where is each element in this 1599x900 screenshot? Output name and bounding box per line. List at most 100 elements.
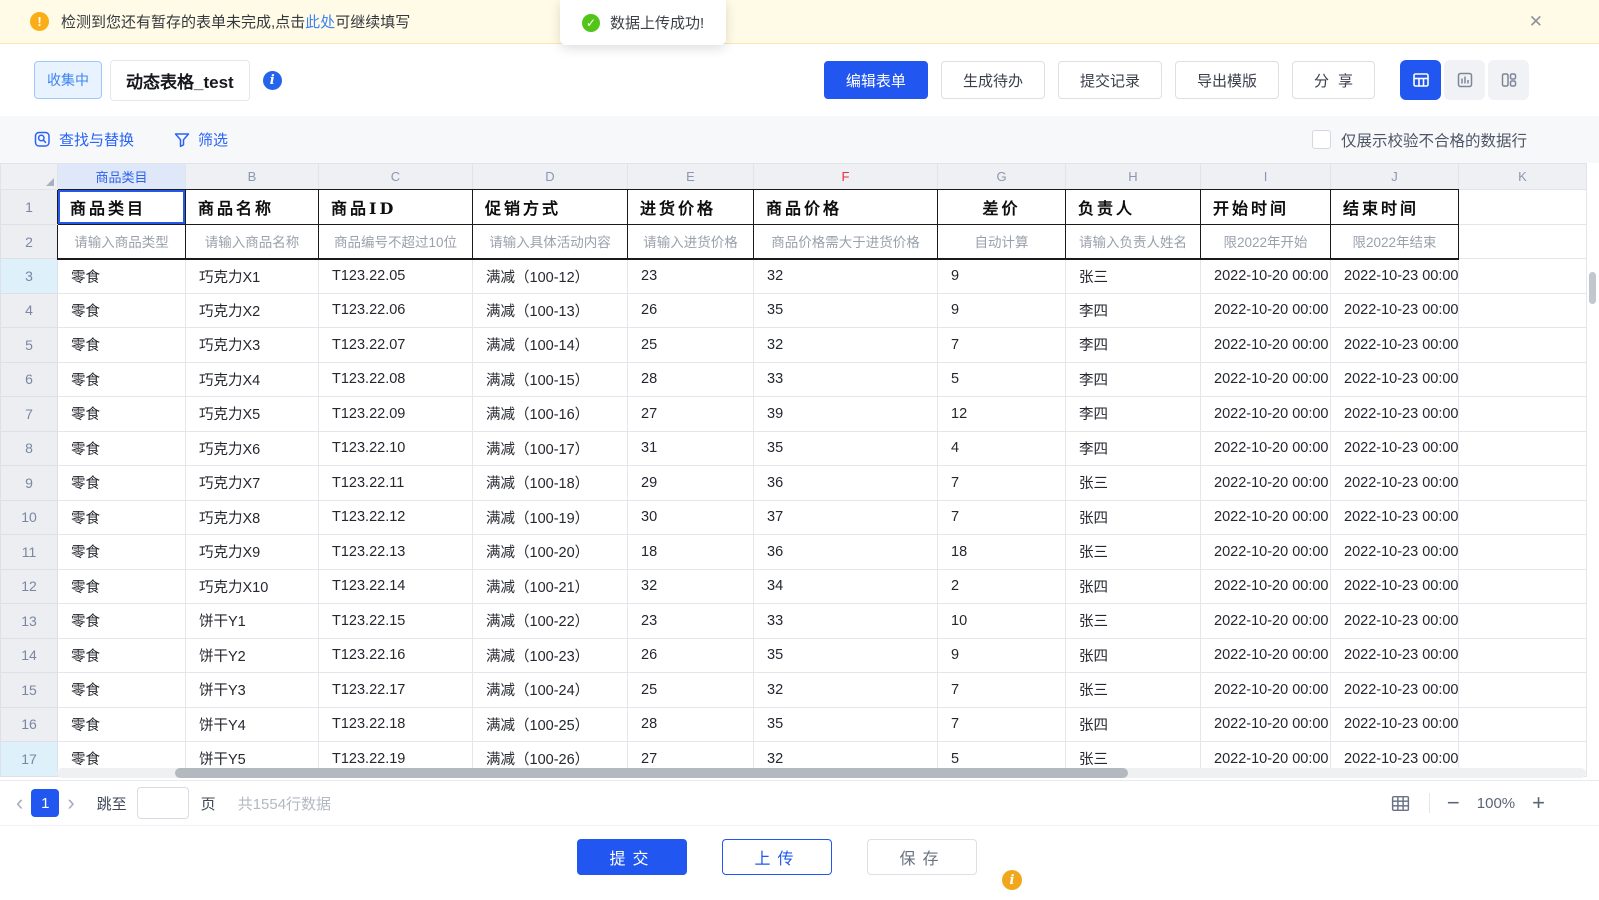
- data-cell[interactable]: 巧克力X3: [186, 328, 319, 363]
- data-cell[interactable]: [1459, 569, 1587, 604]
- data-cell[interactable]: 2022-10-20 00:00: [1201, 535, 1331, 570]
- data-cell[interactable]: 巧克力X9: [186, 535, 319, 570]
- data-cell[interactable]: T123.22.11: [319, 466, 473, 501]
- column-header-C[interactable]: C: [319, 164, 473, 190]
- vertical-scrollbar-thumb[interactable]: [1589, 272, 1596, 304]
- edit-form-button[interactable]: 编辑表单: [824, 61, 928, 99]
- data-cell[interactable]: T123.22.17: [319, 673, 473, 708]
- grid-icon[interactable]: [1389, 793, 1412, 814]
- data-cell[interactable]: 23: [628, 604, 754, 639]
- field-header-cell[interactable]: 商品价格: [754, 190, 938, 225]
- data-cell[interactable]: 7: [938, 500, 1066, 535]
- data-cell[interactable]: 2022-10-20 00:00: [1201, 259, 1331, 294]
- filter-button[interactable]: 筛选: [174, 129, 228, 150]
- data-cell[interactable]: 35: [754, 293, 938, 328]
- column-header-B[interactable]: B: [186, 164, 319, 190]
- data-cell[interactable]: 34: [754, 569, 938, 604]
- current-page-button[interactable]: 1: [31, 789, 59, 817]
- data-cell[interactable]: 29: [628, 466, 754, 501]
- data-cell[interactable]: 32: [754, 328, 938, 363]
- data-cell[interactable]: 零食: [58, 673, 186, 708]
- data-cell[interactable]: 2022-10-23 00:00:00: [1331, 673, 1459, 708]
- data-cell[interactable]: 张三: [1066, 604, 1201, 639]
- field-header-cell[interactable]: 商品名称: [186, 190, 319, 225]
- row-number[interactable]: 15: [1, 673, 58, 708]
- data-cell[interactable]: 巧克力X2: [186, 293, 319, 328]
- data-cell[interactable]: 李四: [1066, 293, 1201, 328]
- data-cell[interactable]: 2022-10-20 00:00: [1201, 466, 1331, 501]
- data-cell[interactable]: [1459, 293, 1587, 328]
- data-cell[interactable]: 32: [754, 259, 938, 294]
- data-cell[interactable]: 39: [754, 397, 938, 432]
- data-cell[interactable]: 2022-10-23 00:00:00: [1331, 500, 1459, 535]
- data-cell[interactable]: 32: [754, 673, 938, 708]
- data-cell[interactable]: 零食: [58, 707, 186, 742]
- row-number[interactable]: 3: [1, 259, 58, 294]
- data-cell[interactable]: 零食: [58, 397, 186, 432]
- row-number[interactable]: 7: [1, 397, 58, 432]
- data-cell[interactable]: 2022-10-23 00:00:00: [1331, 638, 1459, 673]
- row-number[interactable]: 16: [1, 707, 58, 742]
- info-icon[interactable]: i: [263, 71, 282, 90]
- data-cell[interactable]: 2022-10-23 00:00:00: [1331, 535, 1459, 570]
- data-cell[interactable]: 2022-10-23 00:00:00: [1331, 707, 1459, 742]
- data-cell[interactable]: 巧克力X5: [186, 397, 319, 432]
- hint-cell[interactable]: 请输入商品名称: [186, 225, 319, 259]
- row-number[interactable]: 11: [1, 535, 58, 570]
- row-number[interactable]: 13: [1, 604, 58, 639]
- data-cell[interactable]: 满减（100-22）: [473, 604, 628, 639]
- chart-view-icon[interactable]: [1444, 60, 1485, 100]
- data-cell[interactable]: 7: [938, 328, 1066, 363]
- data-cell[interactable]: 满减（100-23）: [473, 638, 628, 673]
- field-header-cell[interactable]: 结束时间: [1331, 190, 1459, 225]
- data-cell[interactable]: 零食: [58, 328, 186, 363]
- hint-cell[interactable]: 商品编号不超过10位: [319, 225, 473, 259]
- data-cell[interactable]: T123.22.15: [319, 604, 473, 639]
- hint-cell[interactable]: 商品价格需大于进货价格: [754, 225, 938, 259]
- data-cell[interactable]: 满减（100-17）: [473, 431, 628, 466]
- data-cell[interactable]: T123.22.08: [319, 362, 473, 397]
- data-cell[interactable]: 36: [754, 535, 938, 570]
- data-cell[interactable]: [1459, 397, 1587, 432]
- column-header-H[interactable]: H: [1066, 164, 1201, 190]
- data-cell[interactable]: 2022-10-20 00:00: [1201, 707, 1331, 742]
- hint-cell[interactable]: [1459, 225, 1587, 259]
- row-number[interactable]: 14: [1, 638, 58, 673]
- data-cell[interactable]: 12: [938, 397, 1066, 432]
- data-cell[interactable]: 张四: [1066, 569, 1201, 604]
- submit-records-button[interactable]: 提交记录: [1058, 61, 1162, 99]
- data-cell[interactable]: 2022-10-20 00:00: [1201, 362, 1331, 397]
- data-cell[interactable]: 10: [938, 604, 1066, 639]
- save-button[interactable]: 保存: [867, 839, 977, 875]
- data-cell[interactable]: [1459, 500, 1587, 535]
- data-cell[interactable]: [1459, 431, 1587, 466]
- jump-page-input[interactable]: [137, 787, 189, 819]
- data-cell[interactable]: T123.22.14: [319, 569, 473, 604]
- data-cell[interactable]: [1459, 259, 1587, 294]
- column-header-K[interactable]: K: [1459, 164, 1587, 190]
- data-cell[interactable]: 零食: [58, 638, 186, 673]
- data-cell[interactable]: 7: [938, 466, 1066, 501]
- horizontal-scrollbar-thumb[interactable]: [175, 768, 1128, 778]
- data-cell[interactable]: 李四: [1066, 397, 1201, 432]
- data-cell[interactable]: 零食: [58, 293, 186, 328]
- export-template-button[interactable]: 导出模版: [1175, 61, 1279, 99]
- data-cell[interactable]: 张四: [1066, 500, 1201, 535]
- data-cell[interactable]: 零食: [58, 535, 186, 570]
- row-number[interactable]: 6: [1, 362, 58, 397]
- data-cell[interactable]: 巧克力X10: [186, 569, 319, 604]
- data-cell[interactable]: T123.22.13: [319, 535, 473, 570]
- data-cell[interactable]: 2022-10-20 00:00: [1201, 431, 1331, 466]
- row-number[interactable]: 4: [1, 293, 58, 328]
- column-header-J[interactable]: J: [1331, 164, 1459, 190]
- data-cell[interactable]: 零食: [58, 466, 186, 501]
- data-cell[interactable]: 零食: [58, 431, 186, 466]
- data-cell[interactable]: 18: [938, 535, 1066, 570]
- data-cell[interactable]: 5: [938, 362, 1066, 397]
- data-cell[interactable]: 张三: [1066, 673, 1201, 708]
- column-header-F[interactable]: F: [754, 164, 938, 190]
- hint-cell[interactable]: 自动计算: [938, 225, 1066, 259]
- row-number[interactable]: 9: [1, 466, 58, 501]
- field-header-cell[interactable]: 开始时间: [1201, 190, 1331, 225]
- data-cell[interactable]: 满减（100-24）: [473, 673, 628, 708]
